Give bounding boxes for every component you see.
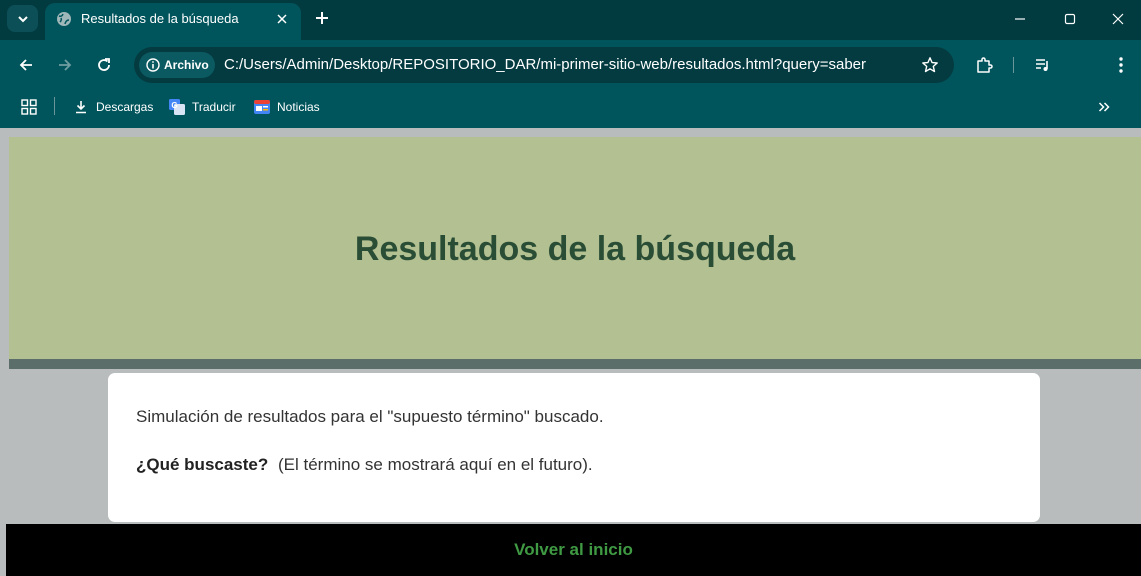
translate-icon: G (168, 98, 186, 116)
bookmark-label: Traducir (192, 100, 236, 114)
news-icon (253, 98, 271, 116)
maximize-icon (1064, 13, 1076, 25)
page-viewport: Resultados de la búsqueda Simulación de … (0, 128, 1141, 576)
tab-strip: Resultados de la búsqueda (0, 0, 1141, 40)
tab-title: Resultados de la búsqueda (81, 11, 239, 26)
page-title: Resultados de la búsqueda (354, 229, 796, 268)
bookmarks-bar: Descargas G Traducir Noticias (0, 90, 1141, 128)
tab-search-button[interactable] (7, 5, 38, 32)
close-window-button[interactable] (1095, 6, 1141, 32)
close-tab-button[interactable] (272, 9, 292, 29)
page-footer: Volver al inicio (6, 524, 1141, 576)
results-card: Simulación de resultados para el "supues… (108, 373, 1040, 522)
bookmark-descargas[interactable]: Descargas (72, 90, 153, 124)
browser-toolbar: Archivo C:/Users/Admin/Desktop/REPOSITOR… (0, 40, 1141, 90)
minimize-icon (1015, 18, 1025, 20)
maximize-button[interactable] (1047, 6, 1093, 32)
query-value: (El término se mostrará aquí en el futur… (278, 455, 593, 474)
arrow-right-icon (59, 59, 72, 71)
extensions-button[interactable] (971, 52, 997, 78)
query-label: ¿Qué buscaste? (136, 455, 269, 474)
svg-text:G: G (171, 101, 177, 110)
bookmark-traducir[interactable]: G Traducir (168, 90, 236, 124)
toolbar-divider (1013, 57, 1014, 73)
page-header: Resultados de la búsqueda (9, 137, 1141, 359)
search-query-line: ¿Qué buscaste? (El término se mostrará a… (136, 455, 593, 475)
globe-icon (57, 12, 71, 26)
reload-button[interactable] (91, 52, 117, 78)
apps-button[interactable] (20, 90, 38, 124)
more-vertical-icon (1119, 57, 1123, 73)
apps-grid-icon (21, 99, 37, 115)
address-bar[interactable]: Archivo C:/Users/Admin/Desktop/REPOSITOR… (134, 47, 954, 83)
close-icon (1112, 13, 1124, 25)
results-description: Simulación de resultados para el "supues… (136, 407, 604, 426)
media-controls-button[interactable] (1030, 52, 1056, 78)
active-tab[interactable]: Resultados de la búsqueda (45, 3, 301, 40)
playlist-icon (1036, 59, 1048, 71)
bookmark-label: Descargas (96, 100, 154, 114)
bookmarks-divider (54, 97, 55, 115)
bookmark-noticias[interactable]: Noticias (253, 90, 320, 124)
minimize-button[interactable] (997, 6, 1043, 32)
reload-icon (98, 58, 110, 71)
back-home-link[interactable]: Volver al inicio (514, 540, 633, 560)
more-bookmarks-button[interactable] (1098, 90, 1110, 124)
plus-icon (316, 12, 328, 24)
puzzle-icon (977, 57, 993, 73)
close-icon (277, 14, 287, 24)
menu-button[interactable] (1108, 52, 1134, 78)
header-border (9, 359, 1141, 369)
star-icon (922, 57, 938, 73)
info-icon (146, 58, 160, 72)
bookmark-label: Noticias (277, 100, 320, 114)
site-info-chip[interactable]: Archivo (139, 52, 215, 78)
chip-label: Archivo (164, 58, 209, 72)
arrow-left-icon (19, 59, 32, 71)
forward-button[interactable] (52, 52, 78, 78)
url-text[interactable]: C:/Users/Admin/Desktop/REPOSITORIO_DAR/m… (224, 56, 866, 73)
new-tab-button[interactable] (310, 6, 334, 30)
bookmark-star-button[interactable] (920, 55, 940, 75)
download-icon (72, 98, 90, 116)
chevrons-right-icon (1098, 102, 1110, 112)
back-button[interactable] (13, 52, 39, 78)
chevron-down-icon (17, 15, 28, 22)
